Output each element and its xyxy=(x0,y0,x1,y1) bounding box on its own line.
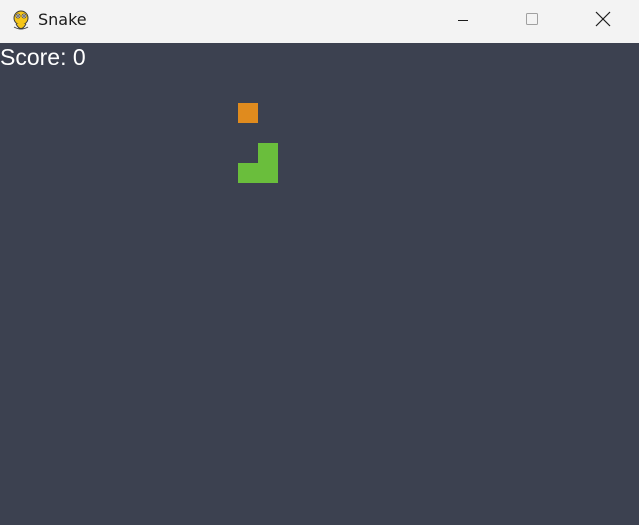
python-snake-icon xyxy=(10,9,32,33)
maximize-button[interactable] xyxy=(509,0,555,43)
snake-segment xyxy=(238,163,258,183)
window-title: Snake xyxy=(38,10,87,29)
snake-window: Snake Score: 0 xyxy=(0,0,639,525)
title-bar[interactable]: Snake xyxy=(0,0,639,43)
game-canvas[interactable]: Score: 0 xyxy=(0,43,639,525)
score-label: Score: 0 xyxy=(0,44,86,70)
minimize-icon xyxy=(457,13,469,31)
food-pellet xyxy=(238,103,258,123)
snake-head xyxy=(258,143,278,163)
close-icon xyxy=(595,11,611,32)
maximize-icon xyxy=(525,12,539,31)
minimize-button[interactable] xyxy=(440,0,486,43)
snake-segment xyxy=(258,163,278,183)
close-button[interactable] xyxy=(580,0,626,43)
